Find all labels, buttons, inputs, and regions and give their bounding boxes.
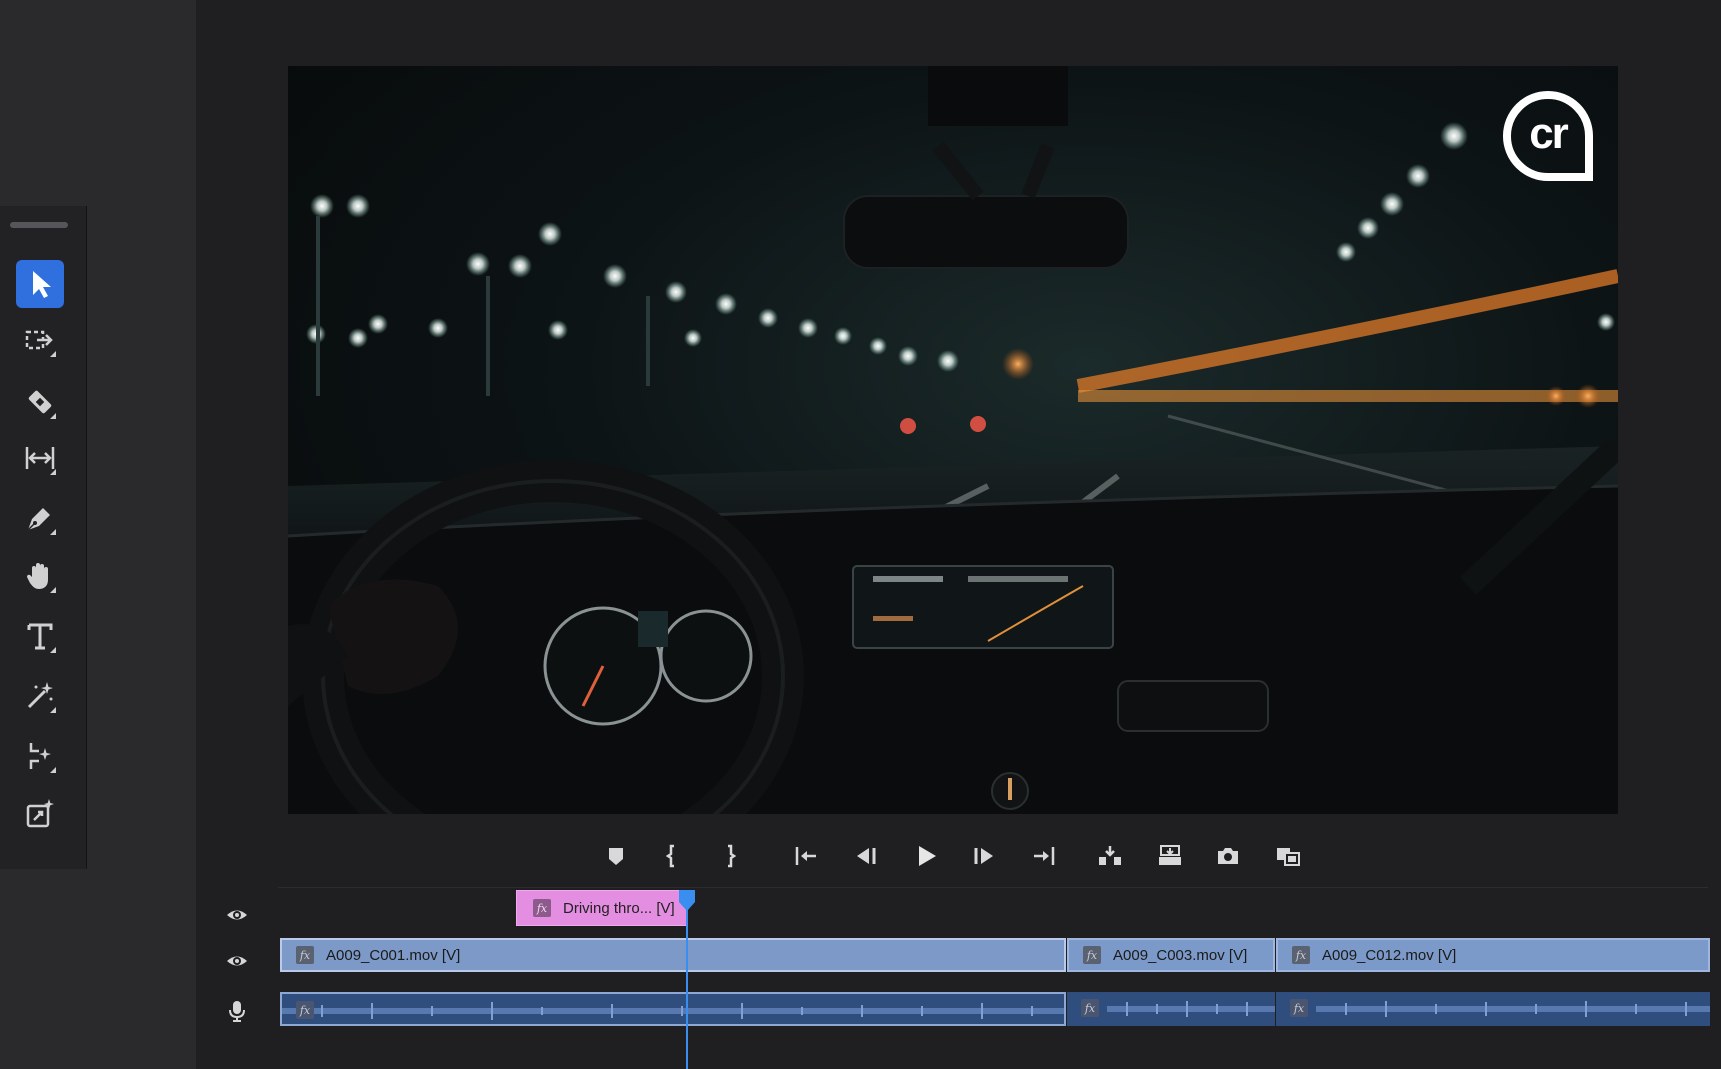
audio-waveform <box>282 1002 1064 1020</box>
go-to-out-icon <box>1034 847 1055 865</box>
track-visibility-toggle[interactable] <box>222 900 252 930</box>
slip-tool[interactable] <box>16 434 64 482</box>
video-frame-night-drive <box>288 66 1618 814</box>
arrow-icon <box>33 271 51 298</box>
clip-label: Driving thro... [V] <box>563 899 675 917</box>
generative-extend-icon <box>26 799 54 828</box>
marker-icon <box>609 848 623 865</box>
audio-waveform <box>1316 1001 1710 1017</box>
playhead-handle[interactable] <box>678 890 696 912</box>
creative-watermark-logo: cr <box>1502 90 1594 182</box>
step-forward-icon <box>974 848 993 864</box>
fx-badge[interactable]: fx <box>296 946 314 964</box>
panel-grip-handle[interactable] <box>10 222 68 228</box>
clip-label: A009_C001.mov [V] <box>326 946 461 964</box>
go-to-in-icon <box>795 847 816 865</box>
graphic-clip[interactable]: fx Driving thro... [V] <box>516 890 688 926</box>
fx-badge[interactable]: fx <box>296 1001 314 1019</box>
playhead-line[interactable] <box>686 890 688 1069</box>
razor-tool[interactable] <box>16 378 64 426</box>
step-back-icon <box>857 848 876 864</box>
video-preview[interactable]: cr <box>288 66 1618 814</box>
track-mic-toggle[interactable] <box>222 996 252 1026</box>
go-to-in-button[interactable] <box>786 836 826 876</box>
camera-icon <box>1218 848 1238 864</box>
step-forward-button[interactable] <box>964 836 1004 876</box>
mark-out-button[interactable] <box>710 836 750 876</box>
clip-label: A009_C003.mov [V] <box>1113 946 1248 964</box>
fx-badge[interactable]: fx <box>1081 999 1099 1017</box>
comparison-icon <box>1277 848 1300 866</box>
video-clip[interactable]: fx A009_C012.mov [V] <box>1276 938 1710 972</box>
play-icon <box>919 846 936 866</box>
play-button[interactable] <box>906 836 946 876</box>
transport-controls <box>596 836 1316 876</box>
selection-tool[interactable] <box>16 260 64 308</box>
mark-out-icon <box>728 844 737 868</box>
timeline-divider <box>278 887 1708 888</box>
generative-extend-tool[interactable] <box>16 790 64 838</box>
audio-clip[interactable]: fx <box>1276 992 1710 1026</box>
remix-tool[interactable] <box>16 732 64 780</box>
insert-button[interactable] <box>1090 836 1130 876</box>
track-select-forward-tool[interactable] <box>16 316 64 364</box>
fx-badge[interactable]: fx <box>1083 946 1101 964</box>
overwrite-button[interactable] <box>1150 836 1190 876</box>
type-tool[interactable] <box>16 612 64 660</box>
fx-badge[interactable]: fx <box>1290 999 1308 1017</box>
audio-clip[interactable]: fx <box>1067 992 1275 1026</box>
clip-label: A009_C012.mov [V] <box>1322 946 1457 964</box>
overwrite-icon <box>1159 845 1181 865</box>
tools-panel <box>0 206 87 869</box>
audio-clip[interactable]: fx <box>280 992 1066 1026</box>
microphone-icon <box>229 1001 245 1022</box>
mark-in-button[interactable] <box>652 836 692 876</box>
insert-icon <box>1099 846 1121 865</box>
eye-icon <box>227 956 247 966</box>
add-marker-button[interactable] <box>596 836 636 876</box>
video-clip[interactable]: fx A009_C001.mov [V] <box>280 938 1066 972</box>
step-back-button[interactable] <box>846 836 886 876</box>
pen-tool[interactable] <box>16 494 64 542</box>
magic-wand-tool[interactable] <box>16 672 64 720</box>
eye-icon <box>227 910 247 920</box>
mark-in-icon <box>665 844 674 868</box>
fx-badge[interactable]: fx <box>1292 946 1310 964</box>
video-clip[interactable]: fx A009_C003.mov [V] <box>1067 938 1275 972</box>
fx-badge[interactable]: fx <box>533 899 551 917</box>
track-visibility-toggle[interactable] <box>222 946 252 976</box>
comparison-view-button[interactable] <box>1268 836 1308 876</box>
hand-tool[interactable] <box>16 552 64 600</box>
export-frame-button[interactable] <box>1208 836 1248 876</box>
watermark-text: cr <box>1529 109 1569 158</box>
go-to-out-button[interactable] <box>1024 836 1064 876</box>
